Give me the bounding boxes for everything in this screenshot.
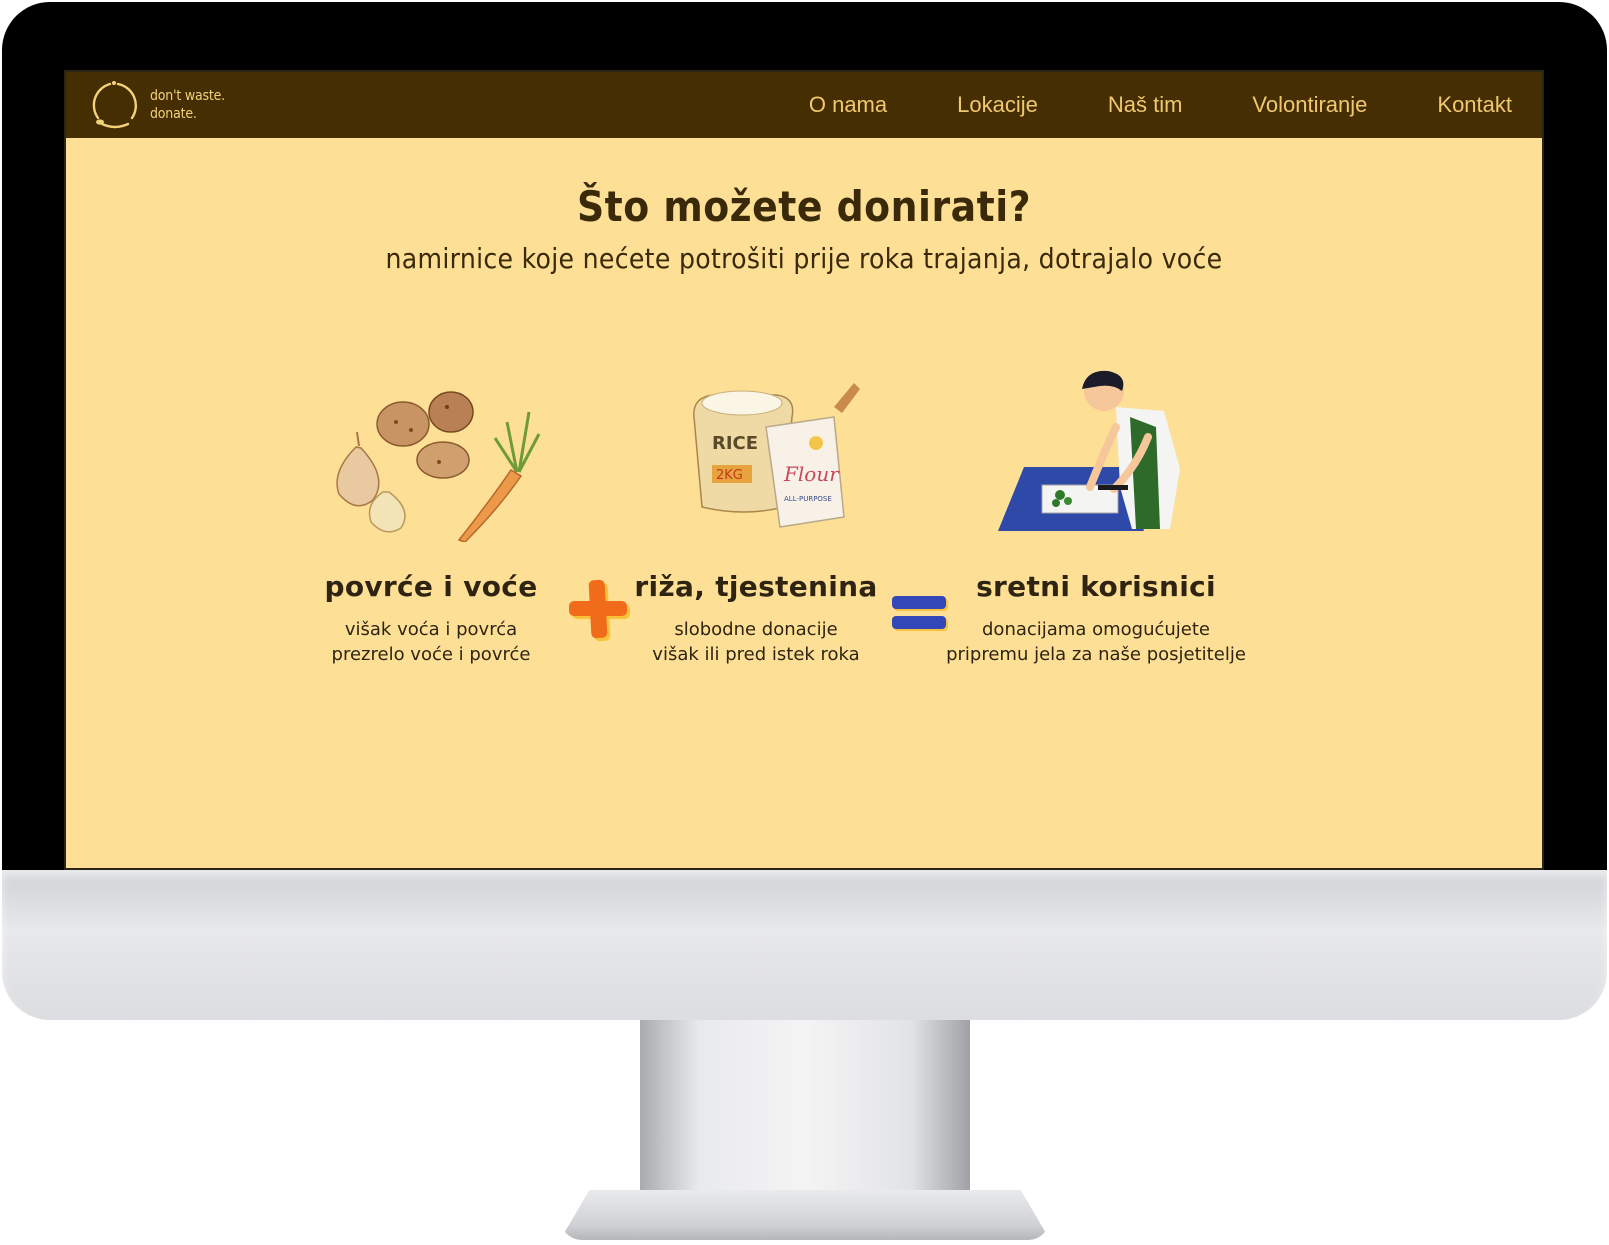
item-title: riža, tjestenina [634,570,878,603]
item-desc-line2: višak ili pred istek roka [652,644,860,665]
nav-lokacije[interactable]: Lokacije [957,92,1038,118]
logo-line1: don't waste. [150,88,225,104]
nav-o-nama[interactable]: O nama [809,92,887,118]
item-desc: višak voća i povrća prezrelo voće i povr… [306,617,556,667]
chef-illustration [998,370,1180,531]
rice-weight: 2KG [716,468,743,483]
nav-volontiranje[interactable]: Volontiranje [1252,92,1367,118]
item-happy-users: sretni korisnici donacijama omogućujete … [936,570,1256,667]
item-desc-line1: višak voća i povrća [344,619,518,640]
monitor-chin [2,870,1607,1020]
item-desc: slobodne donacije višak ili pred istek r… [626,617,886,667]
nav-nas-tim[interactable]: Naš tim [1108,92,1183,118]
logo-line2: donate. [150,106,197,122]
monitor-stand-neck [640,1020,970,1200]
item-vegetables: povrće i voće višak voća i povrća prezre… [306,570,556,667]
item-desc: donacijama omogućujete pripremu jela za … [936,617,1256,667]
nav-kontakt[interactable]: Kontakt [1437,92,1512,118]
vegetables-illustration [336,391,541,542]
logo-icon [92,81,137,129]
item-title: povrće i voće [324,570,538,603]
rice-flour-illustration: RICE 2KG Flour ALL-PURPOSE [693,383,860,528]
flour-label: Flour [783,462,840,486]
navbar: don't waste. donate. O nama Lokacije Naš… [66,72,1542,138]
screen: don't waste. donate. O nama Lokacije Naš… [64,70,1544,870]
item-desc-line1: donacijama omogućujete [982,619,1210,640]
item-title: sretni korisnici [976,570,1216,603]
nav-links: O nama Lokacije Naš tim Volontiranje Kon… [809,72,1512,138]
plus-icon [569,579,630,642]
monitor-stand-base [560,1190,1050,1240]
logo-text: don't waste. donate. [150,87,225,123]
item-desc-line2: pripremu jela za naše posjetitelje [946,644,1246,665]
rice-label: RICE [712,433,758,454]
page-title: Što možete donirati? [576,182,1032,231]
flour-sub: ALL-PURPOSE [784,495,832,503]
logo[interactable]: don't waste. donate. [88,78,225,132]
item-desc-line2: prezrelo voće i povrće [331,644,531,665]
item-desc-line1: slobodne donacije [674,619,838,640]
item-rice-pasta: riža, tjestenina slobodne donacije višak… [626,570,886,667]
page-subtitle: namirnice koje nećete potrošiti prije ro… [385,242,1223,275]
